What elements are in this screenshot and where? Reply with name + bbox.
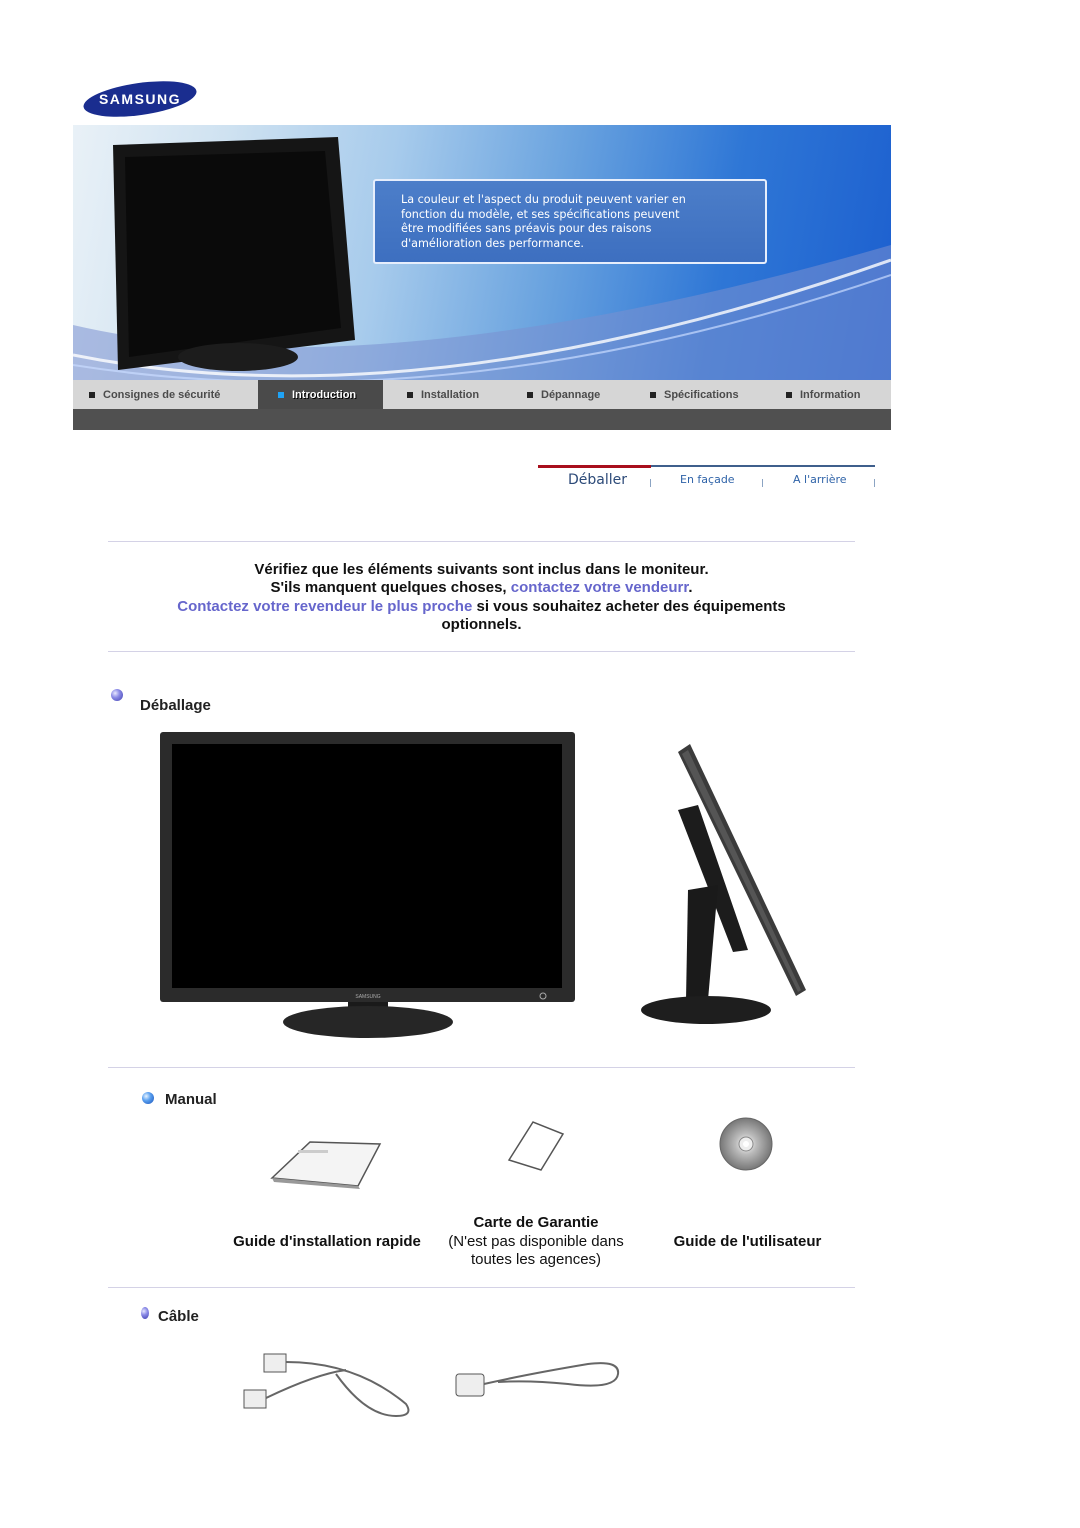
caption-user-guide: Guide de l'utilisateur — [673, 1233, 822, 1250]
samsung-logo: SAMSUNG — [82, 80, 198, 118]
nav-item-safety[interactable]: Consignes de sécurité — [73, 380, 258, 409]
caption-warranty-card: Carte de Garantie (N'est pas disponible … — [448, 1214, 624, 1268]
tab-separator — [650, 479, 651, 487]
product-notice-box: La couleur et l'aspect du produit peuven… — [373, 179, 767, 264]
nav-item-installation[interactable]: Installation — [383, 380, 505, 409]
intro-text: Vérifiez que les éléments suivants sont … — [108, 561, 855, 634]
square-bullet-icon — [278, 391, 284, 398]
square-bullet-icon — [89, 391, 95, 398]
divider — [108, 651, 855, 652]
sub-tabs: Déballer En façade A l'arrière — [538, 465, 875, 495]
square-bullet-icon — [527, 391, 533, 398]
dvi-cable-image — [243, 1353, 410, 1418]
banner-monitor-image — [113, 137, 355, 371]
tab-separator — [762, 479, 763, 487]
logo-text: SAMSUNG — [99, 91, 181, 107]
divider — [108, 541, 855, 542]
contact-reseller-link[interactable]: Contactez votre revendeur le plus proche — [177, 598, 472, 615]
tab-front[interactable]: En façade — [680, 473, 735, 486]
section-bullet-icon — [141, 1307, 149, 1319]
section-title-manual: Manual — [165, 1091, 217, 1108]
square-bullet-icon — [650, 391, 656, 398]
active-tab-indicator — [538, 465, 651, 468]
tab-rear[interactable]: A l'arrière — [793, 473, 847, 486]
square-bullet-icon — [407, 391, 413, 398]
quick-guide-image — [270, 1141, 382, 1189]
nav-item-specifications[interactable]: Spécifications — [630, 380, 770, 409]
section-bullet-icon — [142, 1092, 154, 1104]
nav-subbar — [73, 409, 891, 430]
main-nav: Consignes de sécurité Introduction Insta… — [73, 380, 891, 409]
intro-line-1: Vérifiez que les éléments suivants sont … — [254, 561, 709, 578]
warranty-card-image — [507, 1121, 565, 1171]
nav-item-troubleshooting[interactable]: Dépannage — [505, 380, 630, 409]
nav-item-introduction[interactable]: Introduction — [258, 380, 383, 409]
section-title-unpacking: Déballage — [140, 697, 211, 714]
tab-separator — [874, 479, 875, 487]
svg-text:SAMSUNG: SAMSUNG — [355, 994, 380, 1000]
power-cord-image — [455, 1362, 620, 1397]
monitor-front-image: SAMSUNG — [160, 732, 575, 1038]
hero-banner: La couleur et l'aspect du produit peuven… — [73, 125, 891, 380]
divider — [108, 1287, 855, 1288]
contact-seller-link[interactable]: contactez votre vendeurr — [511, 579, 689, 596]
square-bullet-icon — [786, 391, 792, 398]
tab-unpack[interactable]: Déballer — [568, 472, 627, 488]
cd-rom-image — [719, 1117, 773, 1171]
section-title-cable: Câble — [158, 1308, 199, 1325]
nav-item-information[interactable]: Information — [770, 380, 891, 409]
section-bullet-icon — [111, 689, 123, 701]
divider — [108, 1067, 855, 1068]
caption-quick-guide: Guide d'installation rapide — [233, 1233, 421, 1250]
monitor-side-image — [641, 744, 806, 1024]
